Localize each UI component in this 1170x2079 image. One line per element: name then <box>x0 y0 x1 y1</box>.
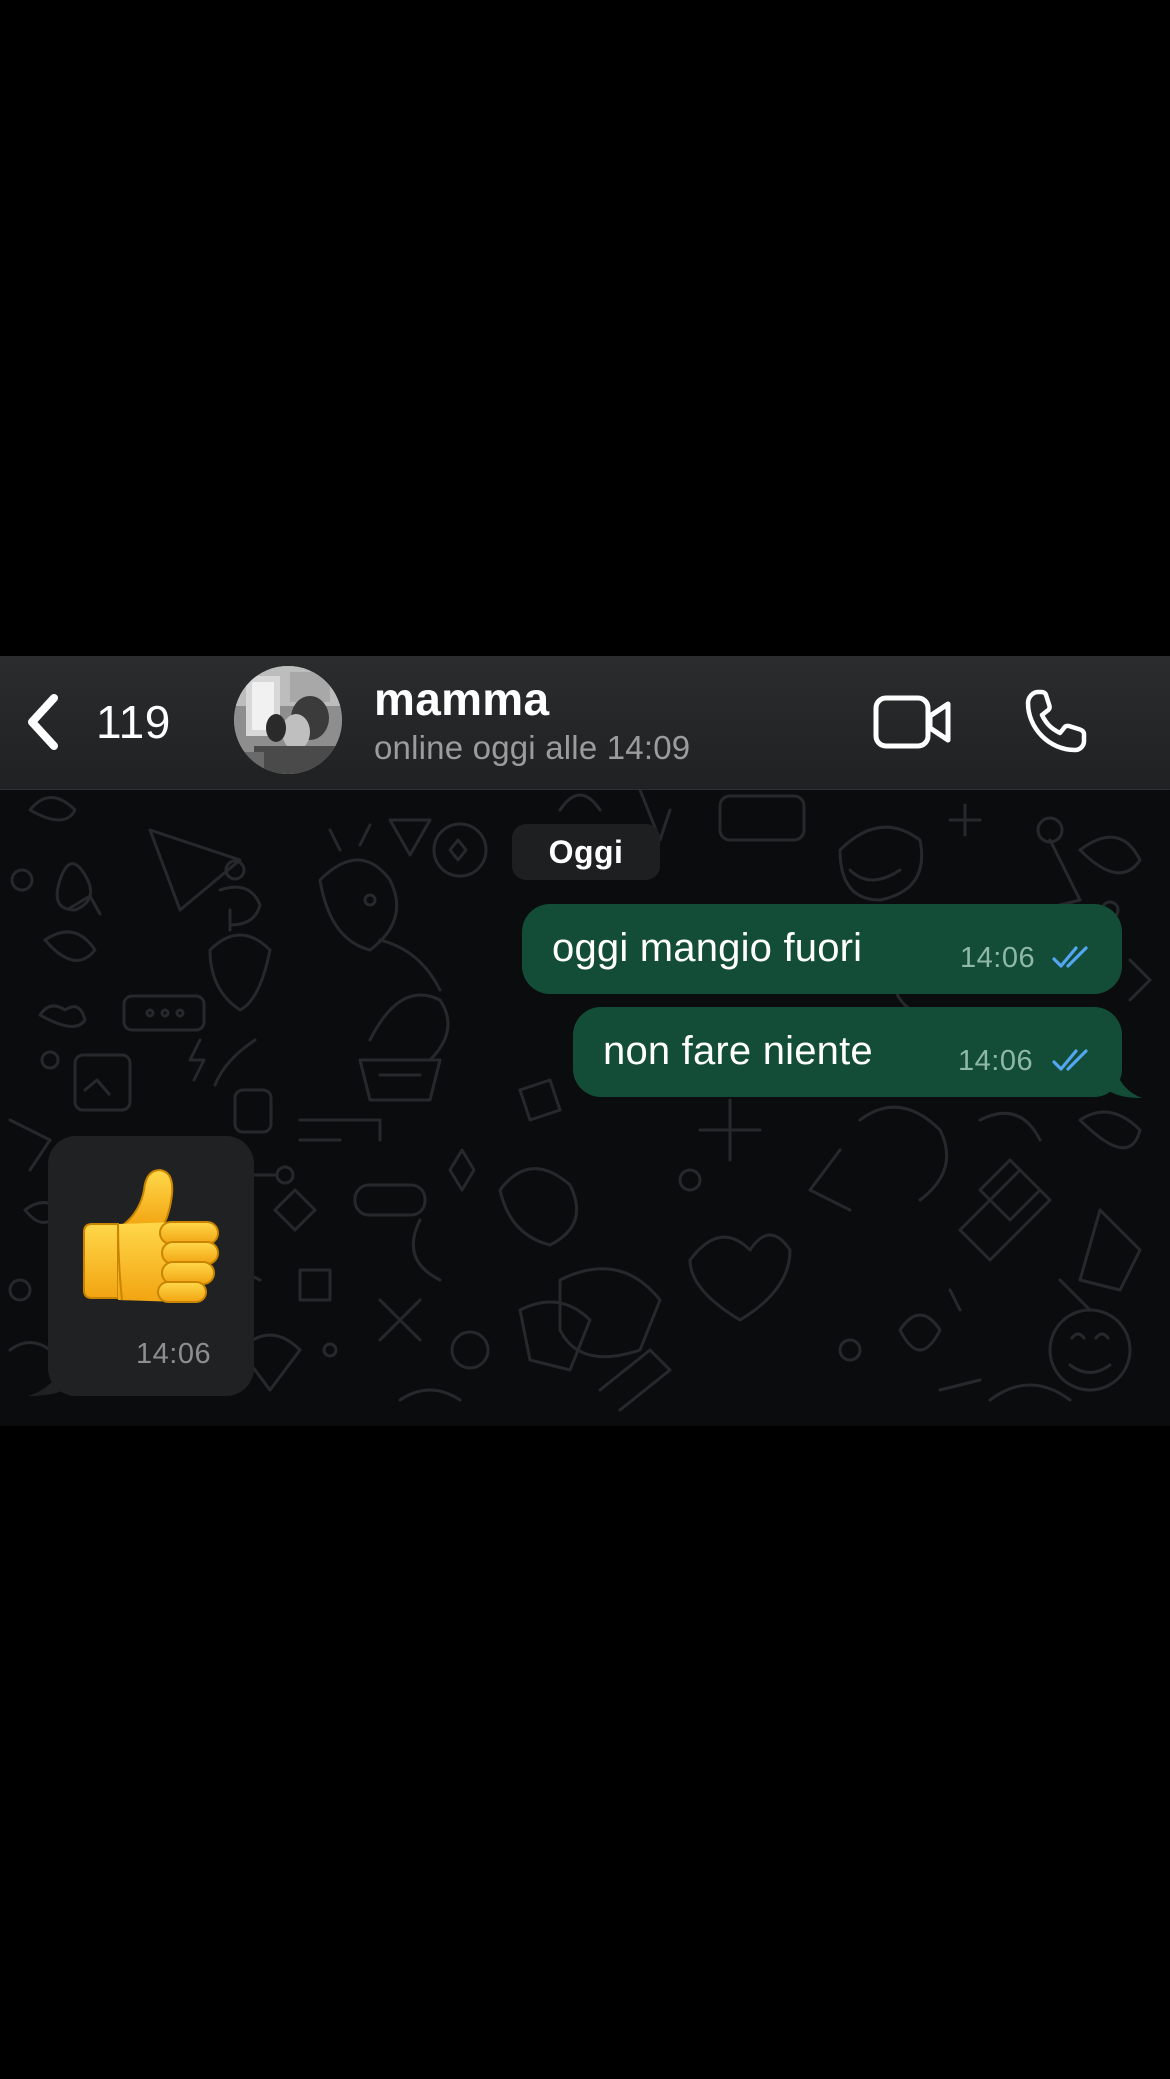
message-text: oggi mangio fuori <box>552 926 863 970</box>
chat-area[interactable]: Oggi oggi mangio fuori 14:06 non fare ni… <box>0 790 1170 1426</box>
avatar[interactable] <box>234 666 342 774</box>
double-check-icon <box>1052 946 1088 968</box>
chat-header: 119 mamma online oggi alle 14:09 <box>0 656 1170 790</box>
video-call-button[interactable] <box>873 692 953 752</box>
message-bubble-incoming[interactable]: 14:06 <box>48 1136 254 1396</box>
contact-name[interactable]: mamma <box>374 672 549 726</box>
chevron-left-icon <box>28 694 58 750</box>
message-text: non fare niente <box>603 1029 873 1073</box>
avatar-photo <box>234 666 342 774</box>
thumbs-up-emoji-icon <box>83 1168 219 1303</box>
date-separator: Oggi <box>512 824 660 880</box>
message-time: 14:06 <box>960 942 1036 974</box>
message-time: 14:06 <box>136 1338 212 1370</box>
message-time: 14:06 <box>958 1045 1034 1077</box>
double-check-icon <box>1052 1049 1088 1071</box>
bubble-tail <box>1108 1058 1142 1098</box>
back-button[interactable]: 119 <box>22 680 182 764</box>
contact-status: online oggi alle 14:09 <box>374 729 691 766</box>
message-bubble-outgoing[interactable]: non fare niente 14:06 <box>573 1007 1122 1097</box>
message-bubble-outgoing[interactable]: oggi mangio fuori 14:06 <box>522 904 1122 994</box>
video-camera-icon <box>873 695 951 749</box>
phone-icon <box>1025 689 1087 753</box>
unread-count: 119 <box>96 696 171 748</box>
voice-call-button[interactable] <box>1024 688 1088 754</box>
